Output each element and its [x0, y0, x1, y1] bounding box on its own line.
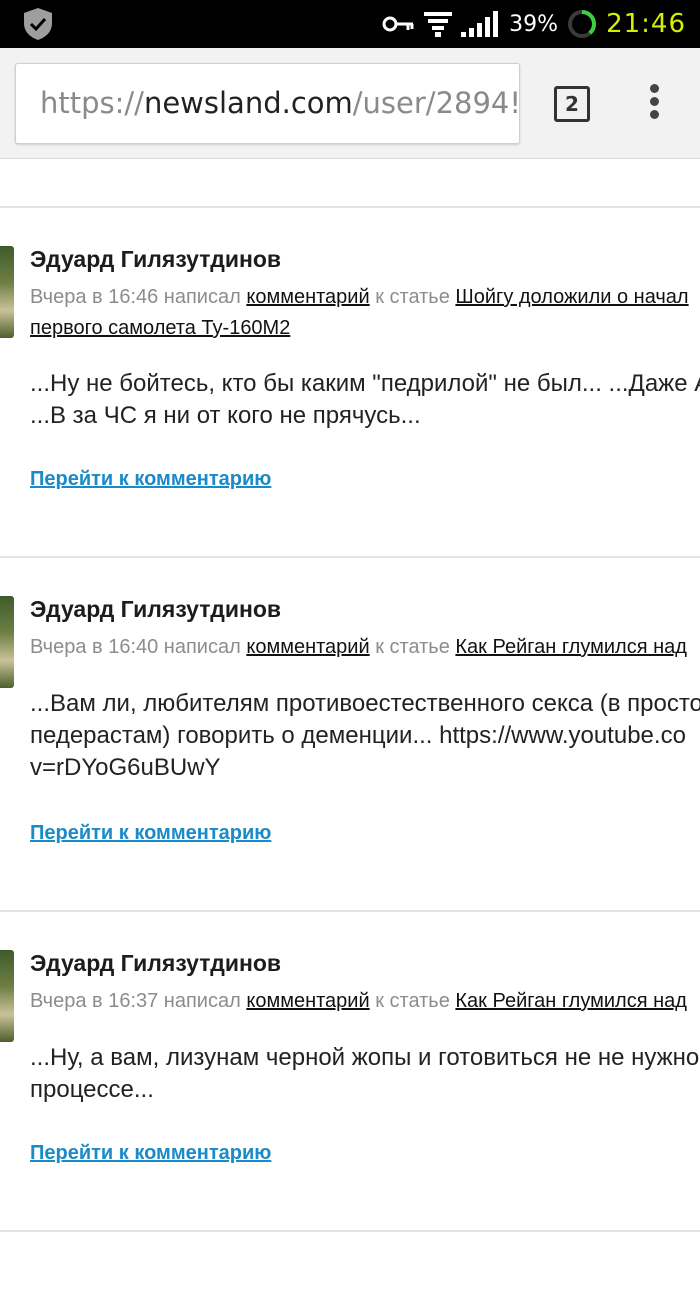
shield-check-icon — [24, 8, 52, 40]
comment-meta: Вчера в 16:46 написал комментарий к стат… — [30, 282, 689, 313]
comment-text-line: v=rDYoG6uBUwY — [30, 754, 221, 781]
article-link-continued[interactable]: первого самолета Ту-160М2 — [30, 313, 290, 344]
url-path: /user/2894! — [352, 86, 520, 120]
comment-link[interactable]: комментарий — [246, 990, 369, 1012]
url-text: https://newsland.com/user/2894! — [40, 86, 520, 120]
divider — [0, 910, 700, 912]
goto-comment-link[interactable]: Перейти к комментарию — [30, 1142, 271, 1165]
url-host: newsland.com — [143, 86, 353, 120]
author-name[interactable]: Эдуард Гилязутдинов — [30, 246, 281, 273]
status-bar: 39% 21:46 — [0, 0, 700, 48]
goto-comment-link[interactable]: Перейти к комментарию — [30, 822, 271, 845]
overflow-menu-icon[interactable] — [646, 84, 662, 124]
comment-link[interactable]: комментарий — [246, 286, 369, 308]
divider — [0, 556, 700, 558]
url-scheme: https:// — [40, 86, 144, 120]
comment-text-line: ...Ну, а вам, лизунам черной жопы и гото… — [30, 1044, 700, 1071]
clock: 21:46 — [606, 9, 686, 39]
comment-text-line: ...В за ЧС я ни от кого не прячусь... — [30, 402, 421, 429]
comment-time: Вчера в 16:40 написал — [30, 636, 241, 658]
goto-comment-link[interactable]: Перейти к комментарию — [30, 468, 271, 491]
comment-item: Эдуард Гилязутдинов Вчера в 16:46 написа… — [0, 246, 700, 596]
article-link[interactable]: Как Рейган глумился над — [455, 990, 687, 1012]
browser-toolbar: https://newsland.com/user/2894! 2 — [0, 48, 700, 159]
to-article-label: к статье — [375, 286, 450, 308]
comment-link[interactable]: комментарий — [246, 636, 369, 658]
comment-meta: Вчера в 16:37 написал комментарий к стат… — [30, 986, 687, 1017]
signal-icon — [461, 11, 499, 37]
address-bar[interactable]: https://newsland.com/user/2894! — [15, 63, 520, 144]
comment-item: Эдуард Гилязутдинов Вчера в 16:40 написа… — [0, 596, 700, 946]
comment-item: Эдуард Гилязутдинов Вчера в 16:37 написа… — [0, 950, 700, 1300]
avatar[interactable] — [0, 596, 14, 688]
avatar[interactable] — [0, 950, 14, 1042]
to-article-label: к статье — [375, 990, 450, 1012]
tab-switcher-button[interactable]: 2 — [554, 86, 590, 122]
vpn-key-icon — [382, 16, 414, 32]
battery-ring-icon — [568, 10, 597, 38]
avatar[interactable] — [0, 246, 14, 338]
comment-text-line: процессе... — [30, 1076, 154, 1103]
comment-text-line: ...Вам ли, любителям противоестественног… — [30, 690, 700, 717]
comment-text-line: ...Ну не бойтесь, кто бы каким "педрилой… — [30, 370, 700, 397]
article-link[interactable]: Шойгу доложили о начал — [455, 286, 688, 308]
battery-percent: 39% — [509, 11, 559, 37]
article-link[interactable]: Как Рейган глумился над — [455, 636, 687, 658]
comment-meta: Вчера в 16:40 написал комментарий к стат… — [30, 632, 687, 663]
divider — [0, 206, 700, 208]
comment-time: Вчера в 16:46 написал — [30, 286, 241, 308]
comment-time: Вчера в 16:37 написал — [30, 990, 241, 1012]
comment-text-line: педерастам) говорить о деменции... https… — [30, 722, 686, 749]
author-name[interactable]: Эдуард Гилязутдинов — [30, 950, 281, 977]
wifi-icon — [424, 12, 453, 37]
divider — [0, 1230, 700, 1232]
author-name[interactable]: Эдуард Гилязутдинов — [30, 596, 281, 623]
to-article-label: к статье — [375, 636, 450, 658]
